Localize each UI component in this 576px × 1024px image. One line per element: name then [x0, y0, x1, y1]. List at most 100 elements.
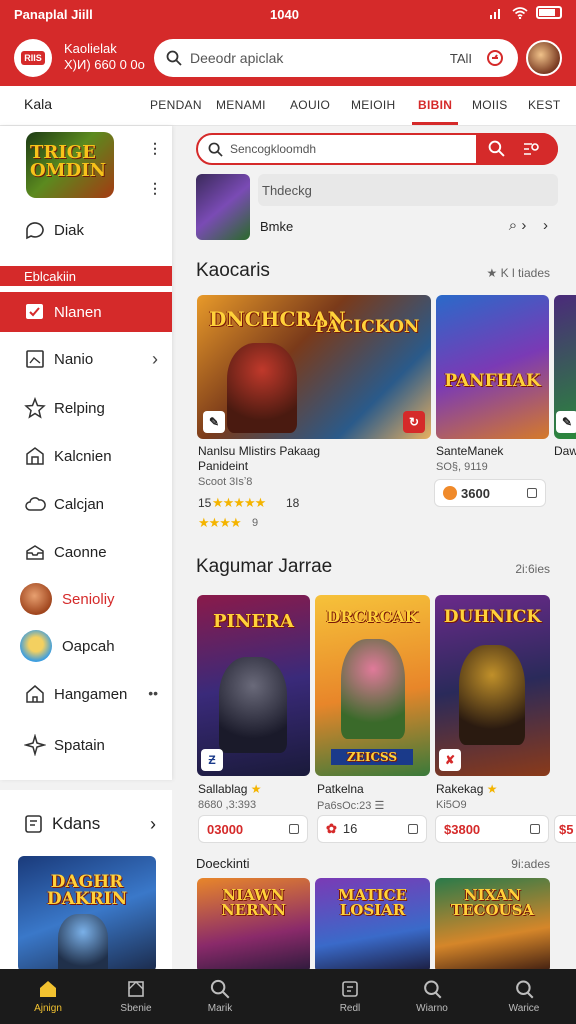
- nav-home[interactable]: Ajnign: [2, 969, 94, 1024]
- game-card-large[interactable]: DNCHCRAN PACICKON ✎ ↻: [197, 295, 431, 439]
- content-search-input[interactable]: Sencogkloomdh: [230, 142, 316, 156]
- platform-icon: Ƶ: [201, 749, 223, 771]
- more-vertical-icon-2[interactable]: ⋮: [148, 180, 162, 197]
- tab-5[interactable]: MOIIS: [472, 98, 508, 112]
- profile-icon: [516, 980, 534, 999]
- sidebar-item-2[interactable]: Relping: [0, 388, 172, 428]
- kdans-poster[interactable]: DAGHR DAKRIN: [18, 856, 156, 972]
- chat-icon: [26, 222, 44, 240]
- signal-icon: [490, 8, 500, 19]
- search-icon: [208, 142, 223, 157]
- tab-home[interactable]: Kala: [24, 96, 52, 112]
- nav-store[interactable]: Sbenie: [90, 969, 182, 1024]
- tab-0[interactable]: PENDAN: [150, 98, 202, 112]
- store-icon: [26, 447, 44, 465]
- tab-6[interactable]: KEST: [528, 98, 561, 112]
- battery-icon: [536, 6, 562, 19]
- sidebar-item-6[interactable]: Senioliy: [0, 579, 172, 619]
- nav-search[interactable]: Marik: [174, 969, 266, 1024]
- header-search-input[interactable]: Deeodr apiclak: [190, 50, 450, 66]
- section-title: Kaocaris: [196, 260, 270, 281]
- poster-title: NIXAN TECOUSA: [450, 886, 535, 919]
- poster-title: PANFHAK: [444, 371, 541, 391]
- sidebar-item-1[interactable]: Nanio ›: [0, 339, 172, 379]
- sidebar-item-8[interactable]: Hangamen ••: [0, 674, 172, 714]
- price-button[interactable]: 3600: [434, 479, 546, 507]
- character-art: [341, 639, 405, 739]
- game-card[interactable]: PINERA Ƶ: [197, 595, 310, 776]
- section-title: Kagumar Jarrae: [196, 556, 333, 577]
- game-card-medium[interactable]: PANFHAK: [436, 295, 549, 439]
- tab-3[interactable]: MEIOIH: [351, 98, 395, 112]
- voice-search-icon[interactable]: [486, 49, 504, 67]
- nav-label: Sbenie: [120, 1003, 152, 1014]
- tab-1[interactable]: MENAMI: [216, 98, 266, 112]
- share-icon[interactable]: ↻: [403, 411, 425, 433]
- search-tag[interactable]: TAlI: [450, 51, 472, 66]
- chevron-right-icon[interactable]: ›: [150, 814, 156, 835]
- rating-count: 15: [198, 496, 212, 510]
- sidebar-collections: Kdans › DAGHR DAKRIN: [0, 790, 172, 972]
- app-logo[interactable]: RIIS: [14, 39, 52, 77]
- bell-icon: [424, 980, 442, 999]
- kdans-header[interactable]: Kdans: [24, 814, 100, 834]
- card-title: Daw: [554, 444, 576, 458]
- sidebar-item-label: Oapcah: [62, 637, 115, 655]
- header-search-bar[interactable]: Deeodr apiclak TAlI: [154, 39, 518, 77]
- price-button[interactable]: 03000: [198, 815, 308, 843]
- character-art: [459, 645, 525, 745]
- game-card[interactable]: MATICE LOSIAR: [315, 878, 430, 969]
- game-card[interactable]: NIXAN TECOUSA: [435, 878, 550, 969]
- featured-game-thumbnail[interactable]: TRIGE OMDIN: [26, 132, 114, 198]
- cart-icon: [527, 488, 537, 498]
- sidebar-item-0[interactable]: Nlanen: [0, 292, 172, 332]
- game-card[interactable]: DUHNICK ✘: [435, 595, 550, 776]
- nav-notifications[interactable]: Wiarno: [386, 969, 478, 1024]
- more-vertical-icon[interactable]: ⋮: [148, 140, 162, 157]
- game-card[interactable]: NIAWN NERNN: [197, 878, 310, 969]
- content-search-bar[interactable]: Sencogkloomdh: [196, 133, 558, 165]
- gamepad-icon: [342, 981, 358, 997]
- nav-label: Marik: [207, 1003, 233, 1014]
- trending-row[interactable]: Thdeckg Bmke ⌕ › ›: [196, 174, 558, 240]
- price-button-partial[interactable]: $5: [554, 815, 576, 843]
- tab-4[interactable]: BIBIN: [411, 98, 459, 125]
- section-see-all[interactable]: 9i:ades: [511, 857, 550, 871]
- game-card-partial[interactable]: ✎: [554, 295, 576, 439]
- card-title: Sallablag ★: [198, 782, 262, 796]
- trending-thumbnail[interactable]: [196, 174, 250, 240]
- sidebar-item-7[interactable]: Oapcah: [0, 626, 172, 666]
- section-see-all[interactable]: 2i:6ies: [515, 562, 550, 576]
- sidebar: TRIGE OMDIN ⋮ ⋮ Diak Eblcakiin Nlanen Na…: [0, 126, 172, 780]
- sidebar-item-5[interactable]: Caonne: [0, 532, 172, 572]
- platform-icon: ✘: [439, 749, 461, 771]
- featured-game-title: TRIGE OMDIN: [30, 142, 107, 181]
- section-see-all[interactable]: ★ K l tiades: [487, 266, 550, 280]
- sidebar-item-label: Calcjan: [54, 495, 105, 513]
- more-horizontal-icon[interactable]: ••: [148, 685, 158, 701]
- status-time: 1040: [270, 7, 299, 22]
- game-card[interactable]: DRCRCAK ZEICSS: [315, 595, 430, 776]
- sidebar-item-top[interactable]: Diak: [0, 210, 172, 250]
- price-button[interactable]: ✿ 16: [317, 815, 427, 843]
- sidebar-item-4[interactable]: Calcjan: [0, 484, 172, 524]
- nav-library[interactable]: Redl: [304, 969, 396, 1024]
- sidebar-item-9[interactable]: Spatain: [0, 725, 172, 765]
- checkbox-icon: [26, 304, 43, 319]
- pencil-icon[interactable]: ✎: [556, 411, 576, 433]
- trending-actions[interactable]: ⌕ › ›: [509, 217, 548, 234]
- sidebar-item-3[interactable]: Kalcnien: [0, 436, 172, 476]
- brand-name: Kaolielak Х)И) 660 0 0o: [64, 41, 145, 73]
- star-icon: [24, 397, 46, 419]
- search-submit-button[interactable]: [476, 133, 558, 165]
- poster-subtitle: ZEICSS: [331, 749, 413, 765]
- nav-label: Warice: [508, 1003, 540, 1014]
- price-button[interactable]: $3800: [435, 815, 549, 843]
- user-avatar[interactable]: [526, 40, 562, 76]
- user-avatar-icon: [20, 630, 52, 662]
- nav-profile[interactable]: Warice: [478, 969, 570, 1024]
- pencil-icon[interactable]: ✎: [203, 411, 225, 433]
- card-subtitle: Ki5O9: [436, 799, 467, 811]
- main-content: Sencogkloomdh Thdeckg Bmke ⌕ › › Kaocari…: [172, 126, 576, 969]
- tab-2[interactable]: AOUIO: [290, 98, 330, 112]
